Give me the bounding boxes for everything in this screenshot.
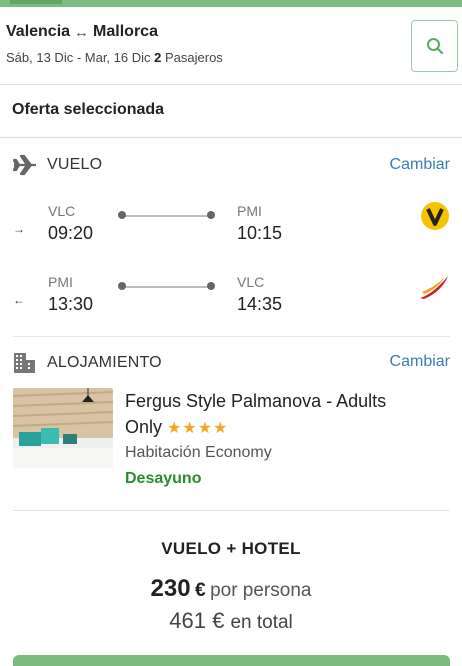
total-label: en total xyxy=(230,612,293,633)
flight-route-line xyxy=(122,286,212,288)
hotel-name-rest: Only xyxy=(125,417,163,437)
arrival-airport: VLC xyxy=(237,274,265,290)
building-icon xyxy=(14,353,35,373)
room-type: Habitación Economy xyxy=(125,444,272,461)
arrival-time: 14:35 xyxy=(237,294,283,314)
swap-arrows-icon: ↔ xyxy=(74,23,90,41)
inbound-leg: ← PMI 13:30 VLC 14:35 xyxy=(0,274,462,324)
destination-city: Mallorca xyxy=(93,23,158,40)
change-flight-link[interactable]: Cambiar xyxy=(390,156,450,174)
route-end-dot xyxy=(207,282,215,290)
hotel-name[interactable]: Fergus Style Palmanova - Adults Only ★★★… xyxy=(125,388,445,442)
hotel-rating-stars: ★★★★ xyxy=(167,420,229,437)
arrival-airport: PMI xyxy=(237,203,262,219)
passenger-count: 2 xyxy=(154,50,162,65)
departure-airport: PMI xyxy=(48,274,73,290)
accommodation-header: ALOJAMIENTO xyxy=(13,352,162,374)
outbound-leg: → VLC 09:20 PMI 10:15 xyxy=(0,201,462,253)
price-per-person: 230 € por persona xyxy=(0,575,462,603)
departure-time: 09:20 xyxy=(48,223,94,243)
currency-symbol: € xyxy=(212,608,225,633)
departure-airport: VLC xyxy=(48,203,76,219)
plane-icon xyxy=(13,154,36,176)
hotel-name-line: Fergus Style Palmanova - Adults xyxy=(125,391,387,411)
flight-header: VUELO xyxy=(13,154,102,176)
route-start-dot xyxy=(118,282,126,290)
package-label: VUELO + HOTEL xyxy=(161,539,301,558)
departure-time: 13:30 xyxy=(48,294,94,314)
trip-dates: Sáb, 13 Dic - Mar, 16 Dic xyxy=(6,50,151,65)
continue-button[interactable] xyxy=(13,655,450,666)
divider xyxy=(13,336,450,337)
top-bar xyxy=(0,0,462,7)
selected-offer-title: Oferta seleccionada xyxy=(12,101,165,118)
hotel-photo[interactable] xyxy=(13,388,113,468)
vueling-logo xyxy=(420,201,450,236)
accommodation-section-label: ALOJAMIENTO xyxy=(47,354,162,371)
divider xyxy=(0,137,462,138)
price-total: 461 € en total xyxy=(0,608,462,634)
inbound-arrow-icon: ← xyxy=(13,293,25,307)
origin-city: Valencia xyxy=(6,23,71,40)
change-hotel-link[interactable]: Cambiar xyxy=(390,353,450,371)
top-bar-indicator xyxy=(10,0,62,4)
search-summary: Valencia ↔ Mallorca Sáb, 13 Dic - Mar, 1… xyxy=(0,7,462,85)
board-type: Desayuno xyxy=(125,470,202,487)
price-per-person-value: 230 xyxy=(150,575,191,602)
divider xyxy=(13,510,450,511)
flight-route-line xyxy=(122,215,212,217)
outbound-arrow-icon: → xyxy=(13,222,25,236)
flight-section-label: VUELO xyxy=(47,156,103,173)
arrival-time: 10:15 xyxy=(237,223,283,243)
per-person-label: por persona xyxy=(210,580,312,601)
search-icon xyxy=(426,38,443,55)
trip-details: Sáb, 13 Dic - Mar, 16 Dic 2 Pasajeros xyxy=(6,50,223,65)
route-end-dot xyxy=(207,211,215,219)
route-start-dot xyxy=(118,211,126,219)
search-button[interactable] xyxy=(411,20,458,72)
price-total-value: 461 xyxy=(169,608,206,633)
currency-symbol: € xyxy=(195,580,206,601)
passenger-label: Pasajeros xyxy=(164,50,223,65)
route: Valencia ↔ Mallorca xyxy=(6,23,158,41)
iberia-logo xyxy=(418,274,450,305)
